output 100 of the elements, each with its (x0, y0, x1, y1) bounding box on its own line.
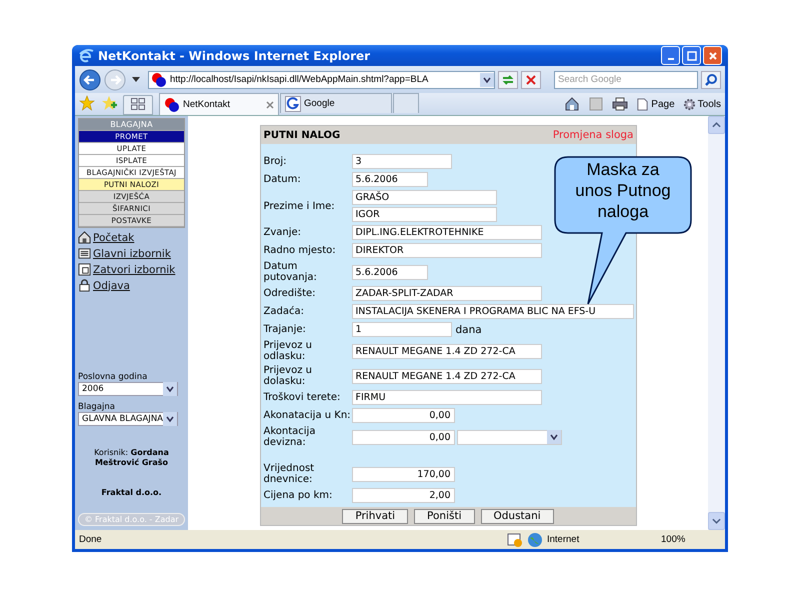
input-field[interactable]: DIREKTOR (352, 243, 542, 258)
sidebar-link[interactable]: Zatvori izbornik (93, 264, 176, 276)
field-label: Troškovi terete: (264, 392, 342, 403)
close-tab-icon[interactable] (266, 100, 274, 108)
toolbar-button[interactable]: Tools (682, 98, 721, 110)
select-label: Poslovna godina (78, 372, 148, 382)
minimize-icon (668, 58, 674, 60)
input-field[interactable]: IGOR (352, 207, 496, 222)
back-button[interactable] (79, 68, 101, 91)
field-label: Akonatacija u Kn: (264, 410, 352, 421)
minimize-button[interactable] (661, 46, 680, 66)
form-mode: Promjena sloga (552, 129, 634, 141)
quick-tabs-button[interactable] (123, 95, 153, 115)
select-label: Blagajna (78, 402, 116, 412)
input-field[interactable]: 0,00 (352, 430, 454, 444)
input-field[interactable]: DIPL.ING.ELEKTROTEHNIKE (352, 225, 542, 240)
address-field[interactable]: http://localhost/Isapi/nkIsapi.dll/WebAppMain.shtml?app=BLA (148, 70, 496, 89)
maximize-button[interactable] (682, 46, 701, 66)
search-icon (704, 72, 718, 87)
sidebar-link[interactable]: Odjava (93, 280, 130, 292)
input-field[interactable]: 3 (352, 154, 452, 169)
stop-icon (524, 72, 538, 87)
search-button[interactable] (701, 70, 721, 89)
input-field[interactable]: ZADAR-SPLIT-ZADAR (352, 286, 542, 301)
input-field[interactable]: RENAULT MEGANE 1.4 ZD 272-CA (352, 368, 542, 384)
sidebar-link[interactable]: Glavni izbornik (93, 248, 171, 260)
field-label: Zadaća: (264, 306, 305, 317)
form-button[interactable]: Poništi (414, 508, 474, 524)
zoom-level[interactable]: 100% (661, 534, 721, 545)
dropdown[interactable]: 2006 (78, 382, 178, 396)
input-field[interactable]: 170,00 (352, 466, 454, 482)
field-label: Prijevoz u odlasku: (264, 340, 313, 362)
list-icon (78, 247, 91, 260)
field-label: Vrijednost dnevnice: (264, 463, 316, 485)
gear-icon (682, 98, 696, 110)
field-label: Prezime i Ime: (264, 200, 336, 212)
search-field[interactable]: Search Google (554, 70, 698, 89)
user-info: Korisnik: Gordana Meštrović Grašo (93, 448, 170, 468)
field-label: Radno mjesto: (264, 245, 337, 256)
refresh-icon (501, 72, 516, 87)
google-logo-icon (285, 96, 301, 112)
field-label: Akontacija devizna: (264, 426, 316, 448)
chevron-down-icon (163, 412, 177, 426)
status-text: Done (79, 534, 103, 545)
add-favorite-icon[interactable] (101, 95, 117, 111)
site-icon (151, 72, 167, 88)
browser-logo-icon (78, 48, 94, 64)
field-label: Zvanje: (264, 227, 302, 238)
close-icon (708, 50, 718, 61)
unit-label: dana (456, 324, 482, 336)
browser-tab[interactable]: Google (280, 93, 392, 113)
field-label: Broj: (264, 156, 288, 167)
input-field[interactable]: 0,00 (352, 408, 454, 423)
close-button[interactable] (703, 46, 722, 66)
site-icon (164, 96, 180, 112)
input-field[interactable]: 5.6.2006 (352, 264, 428, 280)
input-field[interactable]: FIRMU (352, 390, 542, 405)
stop-button[interactable] (521, 70, 542, 89)
dropdown[interactable]: GLAVNA BLAGAJNA (78, 412, 178, 426)
field-label: Odredište: (264, 288, 317, 299)
print-icon[interactable] (612, 96, 628, 112)
field-label: Trajanje: (264, 324, 307, 335)
chevron-down-icon (546, 430, 560, 444)
scrollbar[interactable] (708, 116, 725, 530)
company-name: Fraktal d.o.o. (100, 488, 163, 497)
copyright-badge: © Fraktal d.o.o. - Zadar (78, 513, 185, 526)
window-title: NetKontakt - Windows Internet Explorer (98, 48, 372, 63)
scroll-up-icon[interactable] (712, 122, 721, 128)
chevron-down-icon (163, 382, 177, 396)
input-field[interactable]: RENAULT MEGANE 1.4 ZD 272-CA (352, 344, 542, 358)
toolbar-button[interactable]: Page (636, 98, 675, 110)
grid-icon (131, 98, 145, 110)
input-field[interactable]: GRAŠO (352, 190, 496, 205)
field-label: Datum putovanja: (264, 261, 318, 283)
form-button[interactable]: Odustani (480, 508, 554, 524)
caret-icon[interactable] (132, 77, 140, 82)
window-icon (78, 263, 91, 276)
browser-tab[interactable]: NetKontakt (159, 93, 279, 115)
home-icon[interactable] (564, 96, 580, 112)
favorites-star-icon[interactable] (79, 95, 95, 111)
field-label: Datum: (264, 174, 302, 185)
padlock-icon (78, 279, 91, 292)
warning-page-icon (507, 532, 523, 548)
callout-text: Maska za unos Putnog naloga (574, 159, 672, 222)
security-zone: Internet (547, 534, 580, 545)
input-field[interactable]: 1 (352, 322, 452, 337)
input-field[interactable]: INSTALACIJA SKENERA I PROGRAMA BLIC NA EFS-U (352, 304, 634, 319)
input-field[interactable]: 5.6.2006 (352, 172, 428, 187)
house-icon (78, 231, 91, 244)
globe-icon (527, 532, 543, 548)
input-field[interactable]: 2,00 (352, 488, 454, 503)
field-label: Prijevoz u dolasku: (264, 365, 313, 387)
field-label: Cijena po km: (264, 490, 334, 501)
form-title: PUTNI NALOG (264, 130, 340, 140)
page-icon (636, 98, 650, 110)
sidebar-link[interactable]: Početak (93, 232, 134, 244)
dropdown-icon[interactable] (480, 72, 494, 87)
maximize-icon (686, 50, 696, 61)
form-button[interactable]: Prihvati (342, 508, 408, 524)
scroll-down-icon[interactable] (712, 518, 721, 524)
